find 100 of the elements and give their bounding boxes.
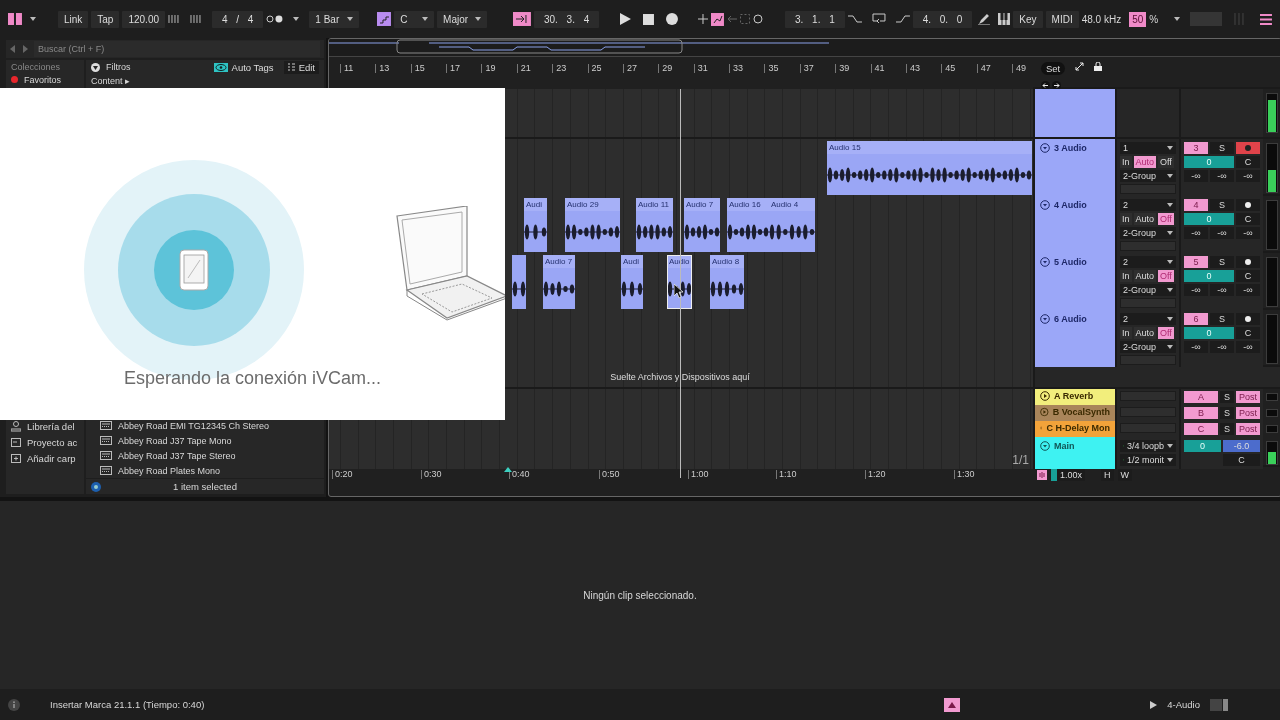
pan-field[interactable]: C <box>1236 327 1260 339</box>
scale-mode-icon[interactable] <box>377 12 392 26</box>
arm-button[interactable] <box>1236 256 1260 268</box>
input-channel-dropdown[interactable]: 2 <box>1120 256 1176 268</box>
position-field[interactable]: 30. 3. 4 <box>533 10 600 28</box>
monitor-button[interactable]: In <box>1120 213 1132 225</box>
track-activator[interactable]: 3 <box>1184 142 1208 154</box>
output-dropdown[interactable]: 2-Group <box>1120 341 1176 353</box>
send-mode-button[interactable]: Post <box>1236 407 1260 419</box>
monitor-button[interactable]: In <box>1120 327 1132 339</box>
play-icon[interactable] <box>1150 700 1158 709</box>
return-activator[interactable]: A <box>1184 391 1218 403</box>
arm-button[interactable] <box>1236 313 1260 325</box>
bars-icon[interactable] <box>190 14 202 24</box>
filter-icon[interactable] <box>91 62 100 72</box>
monitor-button[interactable]: In <box>1120 156 1132 168</box>
monitor-button[interactable]: Off <box>1158 156 1174 168</box>
input-channel-dropdown[interactable]: 1 <box>1120 142 1176 154</box>
plugin-item[interactable]: Abbey Road J37 Tape Mono <box>118 435 232 446</box>
panel-toggle-icon[interactable] <box>1210 698 1228 711</box>
audio-clip[interactable]: Audio 15 <box>827 141 1032 195</box>
return-track-header[interactable]: B VocalSynth <box>1033 405 1115 421</box>
fold-icon[interactable] <box>1040 441 1050 451</box>
audio-clip[interactable]: Audio 7 <box>684 198 720 252</box>
content-filter[interactable]: Content ▸ <box>91 75 131 86</box>
play-icon[interactable] <box>619 13 632 25</box>
send-field[interactable]: -∞ <box>1236 227 1260 239</box>
pan-field[interactable]: C <box>1236 213 1260 225</box>
place-item[interactable]: Librería del <box>27 420 75 432</box>
place-item[interactable]: Proyecto ac <box>27 436 78 448</box>
send-field[interactable]: -∞ <box>1210 284 1234 296</box>
info-icon[interactable] <box>91 481 101 492</box>
send-field[interactable]: -∞ <box>1184 341 1208 353</box>
waveform-zoom-icon[interactable] <box>1037 469 1047 480</box>
add-folder-icon[interactable] <box>11 452 21 464</box>
info-icon[interactable] <box>8 698 20 711</box>
solo-button[interactable]: S <box>1210 142 1234 154</box>
arrow-icon[interactable] <box>727 15 737 23</box>
solo-button[interactable]: S <box>1220 423 1234 435</box>
track-name[interactable]: 6 Audio <box>1054 314 1087 324</box>
audio-clip[interactable]: Audi <box>524 198 547 252</box>
back-icon[interactable] <box>10 45 16 53</box>
audio-clip[interactable]: Audio 8 <box>710 255 744 309</box>
return-activator[interactable]: B <box>1184 407 1218 419</box>
send-field[interactable]: -∞ <box>1236 284 1260 296</box>
gain-field[interactable]: -6.0 <box>1223 440 1260 452</box>
output-dropdown[interactable]: 2-Group <box>1120 284 1176 296</box>
filter-label[interactable]: Filtros <box>106 62 131 72</box>
send-field[interactable]: -∞ <box>1210 341 1234 353</box>
fold-icon[interactable] <box>1040 314 1050 324</box>
forward-icon[interactable] <box>22 45 28 53</box>
solo-button[interactable]: S <box>1210 313 1234 325</box>
output-dropdown[interactable]: 2-Group <box>1120 170 1176 182</box>
input-channel-dropdown[interactable]: 2 <box>1120 313 1176 325</box>
record-icon[interactable] <box>666 13 679 25</box>
send-field[interactable]: -∞ <box>1184 170 1208 182</box>
fold-icon[interactable] <box>1040 200 1050 210</box>
punch-out-icon[interactable] <box>895 14 910 24</box>
track-activator[interactable]: 6 <box>1184 313 1208 325</box>
quantize-dropdown[interactable]: 1 Bar <box>309 10 360 28</box>
metronome-icon[interactable] <box>266 15 285 23</box>
link-button[interactable]: Link <box>57 10 89 28</box>
lock-icon[interactable] <box>1094 62 1103 71</box>
search-field[interactable]: Buscar (Ctrl + F) <box>34 41 320 57</box>
pencil-icon[interactable] <box>978 13 991 25</box>
loop-start-field[interactable]: 3. 1. 1 <box>784 10 845 28</box>
solo-button[interactable]: S <box>1220 407 1234 419</box>
midi-map-button[interactable]: MIDI <box>1045 10 1079 28</box>
folder-icon[interactable] <box>11 436 21 448</box>
expand-icon[interactable] <box>1075 62 1085 71</box>
send-mode-button[interactable]: Post <box>1236 391 1260 403</box>
bars-icon[interactable] <box>168 14 180 24</box>
collection-item[interactable]: Favoritos <box>24 74 61 85</box>
follow-icon[interactable] <box>512 12 531 26</box>
plugin-item[interactable]: Abbey Road J37 Tape Stereo <box>118 450 236 461</box>
key-map-button[interactable]: Key <box>1013 10 1043 28</box>
audio-clip[interactable]: Audio 29 <box>565 198 620 252</box>
audio-clip[interactable]: Audio 7 <box>543 255 575 309</box>
pan-field[interactable]: C <box>1223 454 1260 466</box>
circle-icon[interactable] <box>753 14 763 24</box>
plugin-item[interactable]: Abbey Road EMI TG12345 Ch Stereo <box>118 420 269 431</box>
piano-keys-icon[interactable] <box>998 13 1011 25</box>
view-toggle-icon[interactable] <box>8 13 22 25</box>
track-name[interactable]: 4 Audio <box>1054 200 1087 210</box>
tap-button[interactable]: Tap <box>91 10 120 28</box>
loop-length-field[interactable]: 4. 0. 0 <box>912 10 973 28</box>
audio-clip[interactable]: Audio 11 <box>636 198 673 252</box>
output-dropdown[interactable]: 2-Group <box>1120 227 1176 239</box>
return-track-header[interactable]: C H-Delay Mon <box>1033 421 1115 437</box>
user-icon[interactable] <box>11 420 21 432</box>
fold-icon[interactable] <box>1040 143 1050 153</box>
tempo-field[interactable]: 120.00 <box>122 10 166 28</box>
plugin-item[interactable]: Abbey Road Plates Mono <box>118 465 221 476</box>
track-name[interactable]: 5 Audio <box>1054 257 1087 267</box>
send-field[interactable]: -∞ <box>1236 170 1260 182</box>
pan-field[interactable]: C <box>1236 270 1260 282</box>
monitor-button[interactable]: In <box>1120 270 1132 282</box>
track-activator[interactable]: 5 <box>1184 256 1208 268</box>
menu-icon[interactable] <box>1260 13 1272 25</box>
send-field[interactable]: -∞ <box>1236 341 1260 353</box>
